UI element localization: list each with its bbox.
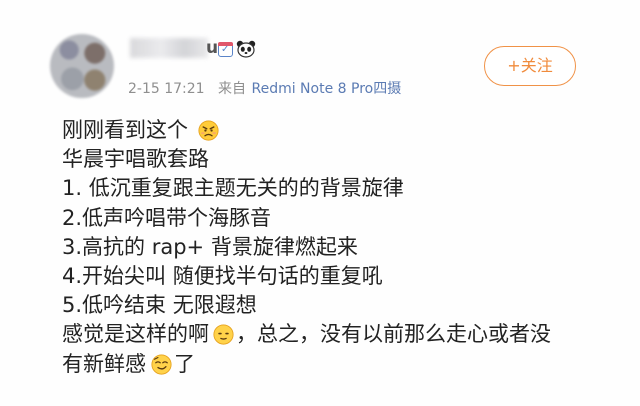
post-meta: 2-15 17:21 来自 Redmi Note 8 Pro四摄: [128, 78, 401, 98]
post-line: 感觉是这样的啊 ，总之，没有以前那么走心或者没: [62, 320, 551, 349]
follow-button[interactable]: +关注: [484, 46, 576, 86]
post-line: 1. 低沉重复跟主题无关的的背景旋律: [62, 176, 404, 201]
panda-icon: [236, 40, 256, 58]
calendar-check-icon: [218, 42, 233, 57]
author-name-visible[interactable]: u: [206, 38, 218, 58]
post-line-text: 刚刚看到这个: [62, 118, 188, 142]
post-line: 4.开始尖叫 随便找半句话的重复吼: [62, 263, 383, 288]
weibo-post: u 2-15 17:21 来自 Redmi Note 8 Pro四摄 +关注 刚…: [0, 0, 640, 406]
device-link[interactable]: Redmi Note 8 Pro四摄: [251, 81, 401, 97]
post-line-text: 感觉是这样的啊: [62, 322, 209, 347]
author-name-blurred[interactable]: [130, 38, 208, 58]
post-line: 华晨宇唱歌套路: [62, 147, 209, 172]
post-line: 刚刚看到这个: [62, 116, 551, 145]
post-line: 5.低吟结束 无限遐想: [62, 293, 257, 318]
post-timestamp: 2-15 17:21: [128, 81, 205, 97]
post-line-text: ，总之，没有以前那么走心或者没: [236, 322, 551, 347]
post-line: 3.高抗的 rap+ 背景旋律燃起来: [62, 234, 358, 259]
source-prefix: 来自: [218, 81, 247, 97]
post-line-text: 了: [174, 351, 195, 376]
post-text: 刚刚看到这个 华晨宇唱歌套路 1. 低沉重复跟主题无关的的背景旋律 2.低声吟唱…: [62, 116, 551, 379]
post-line: 2.低声吟唱带个海豚音: [62, 205, 272, 230]
angry-face-emoji: [198, 120, 219, 141]
smug-face-emoji: [151, 353, 172, 375]
awkward-smile-emoji: [213, 324, 234, 345]
avatar[interactable]: [50, 34, 114, 98]
post-line: 有新鲜感 了: [62, 350, 551, 379]
post-line-text: 有新鲜感: [62, 351, 146, 376]
